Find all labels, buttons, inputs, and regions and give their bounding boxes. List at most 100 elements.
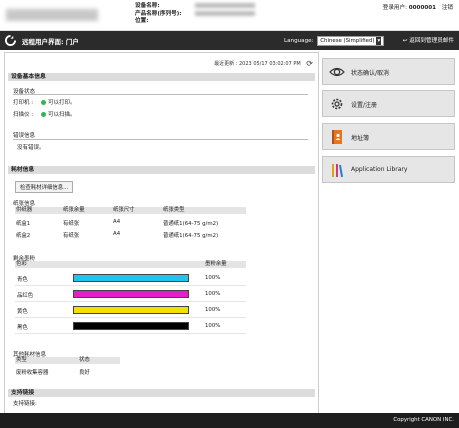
paper-cell: 纸盒1 <box>16 221 31 227</box>
toner-row: 品红色 100% <box>15 287 246 302</box>
login-user-value: 0000001 <box>408 5 437 11</box>
footer: Copyright CANON INC. <box>0 413 459 428</box>
other-cell: 废粉收集容器 <box>16 370 49 376</box>
address-book-button[interactable]: 地址簿 <box>322 123 455 150</box>
paper-cell: 普通纸1(64-75 g/m2) <box>163 221 219 227</box>
paper-cell: 纸盒2 <box>16 233 31 239</box>
paper-col-size: 纸张尺寸 <box>113 207 135 213</box>
toner-table-header: 色彩 墨粉余量 <box>15 261 246 268</box>
toner-bar <box>73 306 189 314</box>
login-user-label: 登录用户: <box>382 5 407 11</box>
language-select[interactable]: Chinese (Simplified) ▾ <box>317 36 385 46</box>
page-title: 远程用户界面: 门户 <box>22 38 79 46</box>
other-table-header: 类型 状态 <box>15 357 120 364</box>
error-info-label: 错误信息 <box>13 133 36 139</box>
gear-icon <box>331 98 343 110</box>
device-name-value <box>195 3 255 8</box>
toner-bar-fill <box>74 307 188 313</box>
logout-link[interactable]: 注销 <box>442 5 453 11</box>
language-selector: Language: Chinese (Simplified) ▾ <box>284 36 385 46</box>
paper-cell: A4 <box>113 231 121 237</box>
check-consumables-button[interactable]: 检查耗材详细信息... <box>15 181 74 193</box>
refresh-icon[interactable]: ⟳ <box>306 59 313 68</box>
other-col-status: 状态 <box>79 357 90 363</box>
toner-name: 黑色 <box>17 325 28 331</box>
language-value: Chinese (Simplified) <box>320 38 375 44</box>
library-icon <box>332 164 344 178</box>
toner-bar <box>73 322 189 330</box>
back-arrow-icon: ↩ <box>402 38 408 44</box>
product-name-value <box>195 10 255 16</box>
chevron-down-icon: ▾ <box>376 37 382 45</box>
other-cell: 良好 <box>79 370 90 376</box>
location-label: 位置: <box>135 18 149 24</box>
basic-info-header: 设备基本信息 <box>8 73 315 81</box>
toner-bar-fill <box>74 323 188 329</box>
device-logo <box>6 9 98 21</box>
printer-label: 打印机 : <box>13 100 34 106</box>
divider <box>13 94 308 95</box>
toner-value: 100% <box>205 307 221 313</box>
printer-status-row: 打印机 : 可以打印。 <box>13 98 76 106</box>
paper-cell: 有纸张 <box>63 221 80 227</box>
paper-table-header: 供纸器 纸张余量 纸张尺寸 纸张类型 <box>15 207 246 214</box>
support-header: 支持链接 <box>8 389 315 397</box>
last-update: 最近更新 : 2023 05/17 03:02:07 PM ⟳ <box>214 59 313 68</box>
toner-bar <box>73 290 189 298</box>
last-update-text: 最近更新 : 2023 05/17 03:02:07 PM <box>214 61 301 67</box>
status-monitor-button[interactable]: 状态确认/取消 <box>322 58 455 85</box>
eye-icon <box>329 67 345 77</box>
toner-name: 青色 <box>17 277 28 283</box>
paper-info-label: 纸张信息 <box>13 201 36 207</box>
device-info: 设备名称: 产品名称(序列号): 位置: <box>135 3 255 26</box>
toner-bar-fill <box>74 275 188 281</box>
address-book-icon <box>332 130 342 144</box>
status-ok-icon <box>41 112 46 117</box>
toner-bar-fill <box>74 291 188 297</box>
paper-cell: 有纸张 <box>63 233 80 239</box>
status-ok-icon <box>41 100 46 105</box>
shortcut-label: 设置/注册 <box>351 102 378 109</box>
device-name-label: 设备名称: <box>135 3 160 9</box>
scanner-status: 可以扫描。 <box>48 112 76 118</box>
toner-col-color: 色彩 <box>16 261 27 267</box>
paper-col-source: 供纸器 <box>16 207 33 213</box>
toner-row: 黄色 100% <box>15 303 246 318</box>
toner-name: 品红色 <box>17 293 34 299</box>
login-info: 登录用户: 0000001 注销 <box>383 3 453 11</box>
toner-value: 100% <box>205 323 221 329</box>
settings-button[interactable]: 设置/注册 <box>322 90 455 117</box>
printer-status: 可以打印。 <box>48 100 76 106</box>
paper-cell: 普通纸1(64-75 g/m2) <box>163 233 219 239</box>
copyright: Copyright CANON INC. <box>393 417 454 423</box>
product-name-label: 产品名称(序列号): <box>135 10 182 17</box>
language-label: Language: <box>284 38 314 44</box>
toner-col-level: 墨粉余量 <box>205 261 227 267</box>
toner-row: 青色 100% <box>15 271 246 286</box>
shortcut-label: Application Library <box>351 166 408 173</box>
toner-bar <box>73 274 189 282</box>
paper-col-type: 纸张类型 <box>163 207 185 213</box>
toner-name: 黄色 <box>17 309 28 315</box>
portal-logo-icon <box>5 35 16 46</box>
consumables-header: 耗材信息 <box>8 166 315 174</box>
back-to-admin-link[interactable]: ↩ 返回到管理员邮件 <box>403 36 454 44</box>
scanner-status-row: 扫描仪 : 可以扫描。 <box>13 110 76 118</box>
top-header: 设备名称: 产品名称(序列号): 位置: 登录用户: 0000001 注销 <box>0 0 459 31</box>
toner-value: 100% <box>205 291 221 297</box>
main-panel: 最近更新 : 2023 05/17 03:02:07 PM ⟳ 设备基本信息 设… <box>4 52 319 414</box>
nav-bar: 远程用户界面: 门户 Language: Chinese (Simplified… <box>0 31 459 50</box>
other-col-type: 类型 <box>16 357 27 363</box>
shortcut-label: 状态确认/取消 <box>351 70 390 77</box>
shortcut-label: 地址簿 <box>351 135 370 142</box>
paper-col-level: 纸张余量 <box>63 207 85 213</box>
scanner-label: 扫描仪 : <box>13 112 34 118</box>
toner-value: 100% <box>205 275 221 281</box>
application-library-button[interactable]: Application Library <box>322 156 455 183</box>
back-label: 返回到管理员邮件 <box>409 38 454 44</box>
divider <box>13 139 308 140</box>
toner-row: 黑色 100% <box>15 319 246 334</box>
paper-cell: A4 <box>113 219 121 225</box>
error-value: 没有错误。 <box>17 145 45 151</box>
support-link-label: 支持链接: <box>13 401 37 407</box>
